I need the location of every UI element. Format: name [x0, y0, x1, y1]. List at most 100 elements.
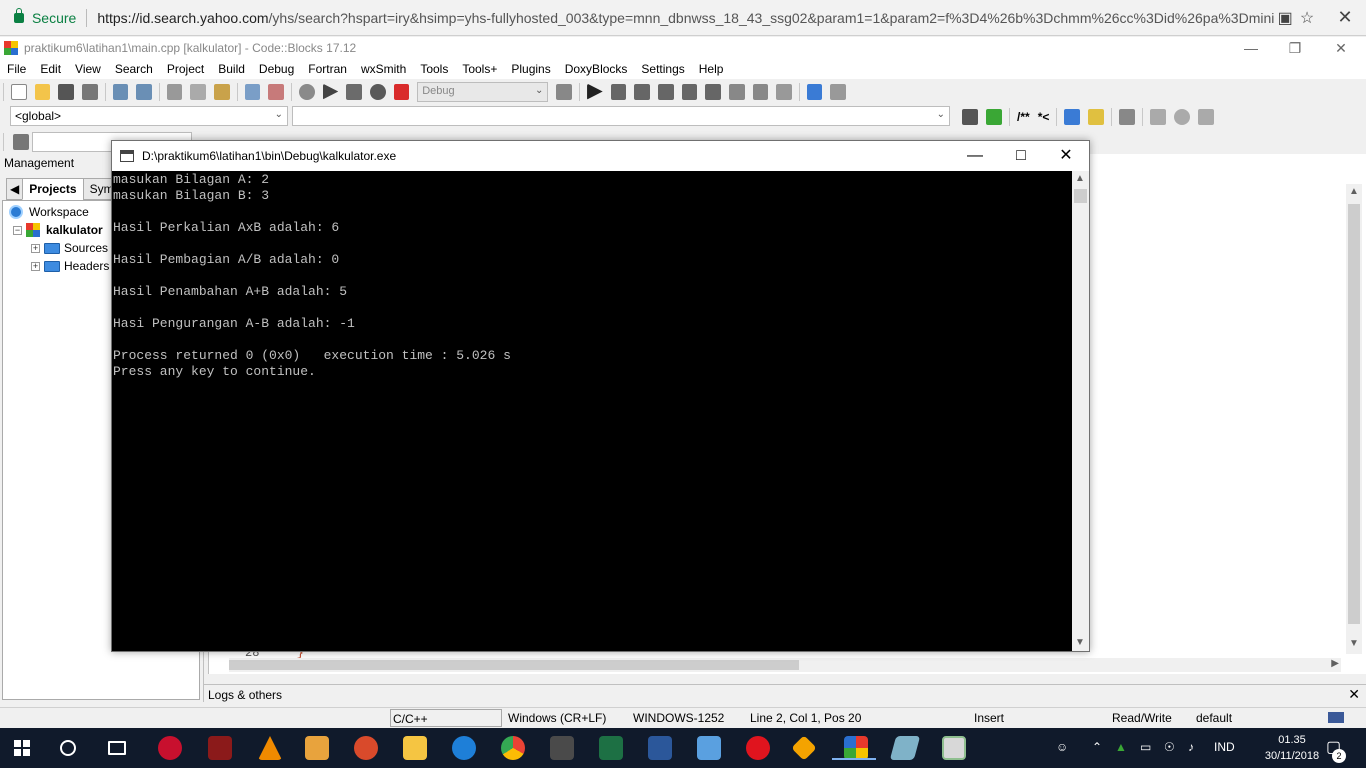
media-app-icon[interactable] [354, 736, 378, 760]
tab-projects[interactable]: Projects [22, 178, 84, 200]
block-comment-button[interactable]: /** [1017, 110, 1030, 124]
media-player-icon[interactable] [305, 736, 329, 760]
expand-toggle-icon[interactable]: + [31, 261, 40, 271]
save-all-icon[interactable] [81, 83, 98, 100]
copy-icon[interactable] [190, 83, 207, 100]
console-window[interactable]: D:\praktikum6\latihan1\bin\Debug\kalkula… [111, 140, 1090, 652]
vlc-app-icon[interactable] [258, 736, 282, 760]
tray-app-icon[interactable]: ▲ [1115, 740, 1127, 754]
calculator-icon[interactable] [550, 736, 574, 760]
undo-icon[interactable] [112, 83, 129, 100]
editor-vertical-scrollbar[interactable]: ▲ ▼ [1346, 184, 1362, 654]
menu-build[interactable]: Build [211, 62, 252, 76]
tab-scroll-left[interactable]: ◀ [6, 178, 24, 200]
menu-doxyblocks[interactable]: DoxyBlocks [558, 62, 635, 76]
nav-forward-icon[interactable] [1198, 108, 1215, 125]
build-run-icon[interactable] [346, 83, 362, 100]
battery-icon[interactable]: ▭ [1140, 740, 1151, 754]
winrar-app-icon[interactable] [208, 736, 232, 760]
bookmark-star-icon[interactable]: ☆ [1296, 8, 1318, 28]
debug-windows-icon[interactable] [806, 83, 823, 100]
step-into-icon[interactable] [657, 83, 674, 100]
stop-debug-icon[interactable] [776, 83, 792, 100]
excel-icon[interactable] [599, 736, 623, 760]
editor-scroll-thumb[interactable] [1348, 204, 1360, 624]
chevron-up-icon[interactable]: ⌃ [1092, 740, 1102, 754]
people-icon[interactable]: ☺ [1056, 740, 1068, 754]
menu-debug[interactable]: Debug [252, 62, 301, 76]
build-target-select[interactable]: Debug ⌄ [417, 81, 549, 102]
menu-tools-plus[interactable]: Tools+ [455, 62, 504, 76]
extract-docs-icon[interactable] [986, 108, 1002, 125]
opera-browser-icon[interactable] [746, 736, 770, 760]
antivirus-app-icon[interactable] [158, 736, 182, 760]
editor-hscroll-thumb[interactable] [229, 660, 799, 670]
debug-continue-icon[interactable] [587, 83, 603, 100]
console-taskbar-icon[interactable] [942, 736, 966, 760]
open-icon[interactable] [34, 83, 51, 100]
app-icon[interactable] [791, 735, 817, 761]
menu-wxsmith[interactable]: wxSmith [354, 62, 413, 76]
maximize-button[interactable]: □ [998, 145, 1044, 167]
edge-browser-icon[interactable] [452, 736, 476, 760]
chrome-browser-icon[interactable] [501, 736, 525, 760]
scope-select[interactable]: <global> ⌄ [10, 106, 288, 126]
restore-button[interactable]: ❐ [1272, 37, 1318, 59]
save-icon[interactable] [58, 83, 74, 100]
run-icon[interactable] [322, 83, 339, 100]
scroll-up-icon[interactable]: ▲ [1349, 186, 1359, 197]
console-scrollbar[interactable]: ▲ ▼ [1072, 171, 1089, 651]
console-scroll-thumb[interactable] [1074, 189, 1087, 203]
new-file-icon[interactable] [10, 83, 27, 100]
url-field[interactable]: https://id.search.yahoo.com/yhs/search?h… [97, 10, 1274, 26]
next-line-icon[interactable] [634, 83, 650, 100]
app-icon[interactable] [697, 736, 721, 760]
scroll-right-icon[interactable]: ▶ [1331, 658, 1339, 669]
replace-icon[interactable] [268, 83, 285, 100]
close-button[interactable]: ✕ [1318, 37, 1364, 59]
collapse-toggle-icon[interactable]: − [13, 225, 22, 235]
run-html-icon[interactable] [1064, 108, 1081, 125]
menu-tools[interactable]: Tools [413, 62, 455, 76]
close-icon[interactable]: ✕ [1348, 686, 1360, 703]
step-out-icon[interactable] [681, 83, 698, 100]
menu-help[interactable]: Help [692, 62, 731, 76]
paste-icon[interactable] [214, 83, 230, 100]
file-explorer-icon[interactable] [403, 736, 427, 760]
clear-search-icon[interactable] [13, 133, 29, 150]
rebuild-icon[interactable] [369, 83, 386, 100]
codeblocks-taskbar-icon[interactable] [832, 736, 876, 760]
word-icon[interactable] [648, 736, 672, 760]
menu-search[interactable]: Search [108, 62, 160, 76]
expand-toggle-icon[interactable]: + [31, 243, 40, 253]
next-instruction-icon[interactable] [705, 83, 721, 100]
minimize-button[interactable]: — [1228, 37, 1274, 59]
cut-icon[interactable] [166, 83, 183, 100]
doxywizard-icon[interactable] [962, 108, 978, 125]
task-view-icon[interactable] [108, 741, 126, 755]
clock[interactable]: 01.35 30/11/2018 [1262, 732, 1322, 764]
menu-settings[interactable]: Settings [634, 62, 691, 76]
find-icon[interactable] [244, 83, 261, 100]
nav-bookmark-icon[interactable] [1174, 108, 1191, 125]
scroll-up-icon[interactable]: ▲ [1075, 173, 1085, 184]
pause-icon[interactable] [752, 83, 769, 100]
scroll-down-icon[interactable]: ▼ [1075, 637, 1085, 648]
line-comment-button[interactable]: *< [1038, 110, 1050, 124]
nav-back-icon[interactable] [1150, 108, 1167, 125]
menu-fortran[interactable]: Fortran [301, 62, 354, 76]
menu-file[interactable]: File [0, 62, 33, 76]
search-icon[interactable] [60, 740, 76, 756]
input-language[interactable]: IND [1214, 740, 1235, 754]
minimize-button[interactable]: — [952, 145, 998, 167]
wifi-icon[interactable]: ☉ [1164, 740, 1175, 754]
menu-plugins[interactable]: Plugins [504, 62, 557, 76]
menu-edit[interactable]: Edit [33, 62, 68, 76]
step-instruction-icon[interactable] [728, 83, 745, 100]
translate-icon[interactable]: ▣ [1274, 8, 1296, 28]
run-chm-icon[interactable] [1088, 108, 1105, 125]
build-options-icon[interactable] [556, 83, 573, 100]
scroll-down-icon[interactable]: ▼ [1349, 638, 1359, 649]
menu-project[interactable]: Project [160, 62, 211, 76]
windows-start-icon[interactable] [14, 740, 30, 756]
